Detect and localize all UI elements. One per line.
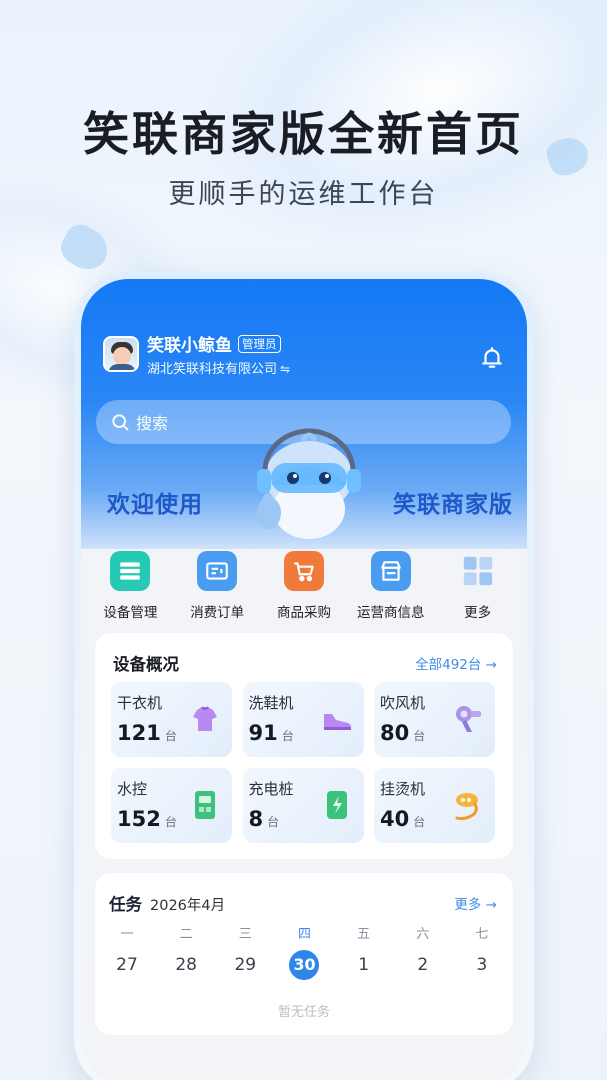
quick-actions: 设备管理 消费订单 商品采购 运营商信息 更多 xyxy=(81,551,527,625)
weekday-label: 一 xyxy=(120,927,134,942)
quick-action-label: 商品采购 xyxy=(276,605,331,621)
search-icon xyxy=(112,414,129,431)
weekday-label: 七 xyxy=(475,927,489,942)
switch-icon: ⇋ xyxy=(280,362,291,376)
device-tile-water-control[interactable]: 水控 152 台 xyxy=(111,768,232,843)
tasks-month[interactable]: 2026年4月 xyxy=(150,898,225,914)
grid-icon xyxy=(458,551,498,591)
device-tile-shoe-washer[interactable]: 洗鞋机 91 台 xyxy=(242,682,364,757)
app-screen: 笑联小鲸鱼 管理员 湖北笑联科技有限公司 ⇋ 搜索 欢迎使用 笑联商家版 设备管… xyxy=(81,279,527,1080)
device-management-icon xyxy=(110,551,151,591)
device-tile-hair-dryer[interactable]: 吹风机 80 台 xyxy=(374,682,495,757)
device-count: 121 xyxy=(117,721,161,745)
weekday-label: 五 xyxy=(357,927,371,942)
device-tile-garment-steamer[interactable]: 挂烫机 40 台 xyxy=(374,768,495,843)
quick-action-operator-info[interactable]: 运营商信息 xyxy=(350,551,432,625)
quick-action-more[interactable]: 更多 xyxy=(437,551,519,625)
date-number: 27 xyxy=(116,955,138,975)
banner-brand-text: 笑联商家版 xyxy=(393,492,513,518)
user-profile[interactable]: 笑联小鲸鱼 管理员 湖北笑联科技有限公司 ⇋ xyxy=(103,331,290,377)
whale-mascot-icon xyxy=(257,428,361,539)
search-placeholder: 搜索 xyxy=(136,414,169,433)
date-number: 29 xyxy=(234,955,257,975)
quick-action-label: 消费订单 xyxy=(190,605,245,621)
calendar-day[interactable]: 五1 xyxy=(349,923,379,980)
quick-action-device-management[interactable]: 设备管理 xyxy=(89,551,171,625)
calendar-day-selected[interactable]: 四 30 xyxy=(289,923,320,980)
device-unit: 台 xyxy=(413,815,426,829)
tasks-card: 任务 2026年4月 更多 → 一 27 二 28 三 29 四 30 五1 六2 七3 … xyxy=(95,873,513,1035)
user-name: 笑联小鲸鱼 xyxy=(147,336,232,356)
phone-frame: 笑联小鲸鱼 管理员 湖北笑联科技有限公司 ⇋ 搜索 欢迎使用 笑联商家版 设备管… xyxy=(74,272,534,1080)
date-number: 30 xyxy=(289,950,320,980)
calendar-day[interactable]: 二 28 xyxy=(171,923,201,980)
order-icon xyxy=(197,551,238,591)
shop-icon xyxy=(370,551,411,591)
device-unit: 台 xyxy=(413,729,426,743)
weekday-label: 二 xyxy=(179,927,193,942)
device-unit: 台 xyxy=(267,815,280,829)
charging-pile-icon xyxy=(326,791,347,819)
quick-action-label: 设备管理 xyxy=(103,605,158,621)
device-count: 8 xyxy=(248,807,264,831)
date-number: 3 xyxy=(476,955,488,975)
weekday-label: 三 xyxy=(238,927,252,942)
water-control-icon xyxy=(195,791,215,819)
company-name: 湖北笑联科技有限公司 xyxy=(147,362,278,377)
device-count: 91 xyxy=(248,721,278,745)
banner-welcome-text: 欢迎使用 xyxy=(107,492,203,518)
quick-action-orders[interactable]: 消费订单 xyxy=(176,551,258,625)
device-count: 80 xyxy=(380,721,410,745)
weekday-label: 六 xyxy=(416,927,430,942)
bell-icon[interactable] xyxy=(479,345,505,371)
device-overview-title: 设备概况 xyxy=(113,655,179,674)
calendar-day[interactable]: 一 27 xyxy=(112,923,142,980)
tasks-title: 任务 xyxy=(109,895,142,914)
avatar xyxy=(103,336,139,372)
empty-tasks-text: 暂无任务 xyxy=(277,1005,330,1020)
clothes-icon xyxy=(193,706,217,731)
device-count: 40 xyxy=(380,807,410,831)
date-number: 28 xyxy=(175,955,197,975)
quick-action-purchase[interactable]: 商品采购 xyxy=(263,551,345,625)
device-tile-dryer[interactable]: 干衣机 121 台 xyxy=(111,682,232,757)
calendar-day[interactable]: 六2 xyxy=(408,923,438,980)
calendar-day[interactable]: 七3 xyxy=(467,923,497,980)
quick-action-label: 更多 xyxy=(464,605,492,621)
device-unit: 台 xyxy=(164,729,177,743)
tasks-more-link[interactable]: 更多 → xyxy=(454,893,497,913)
device-tile-charging-pile[interactable]: 充电桩 8台 xyxy=(242,768,364,843)
hair-dryer-icon xyxy=(456,706,481,732)
welcome-banner[interactable]: 欢迎使用 笑联商家版 xyxy=(81,428,527,549)
all-devices-link[interactable]: 全部492台 → xyxy=(415,653,497,673)
promo-subheadline: 更顺手的运维工作台 xyxy=(168,179,439,210)
role-badge: 管理员 xyxy=(238,334,281,353)
cart-icon xyxy=(283,551,324,591)
shoe-icon xyxy=(323,714,351,730)
device-count: 152 xyxy=(117,807,161,831)
device-unit: 台 xyxy=(164,815,177,829)
promo-headline: 笑联商家版全新首页 xyxy=(83,107,524,161)
date-number: 1 xyxy=(358,955,370,975)
quick-action-label: 运营商信息 xyxy=(357,605,425,621)
week-calendar: 一 27 二 28 三 29 四 30 五1 六2 七3 xyxy=(95,923,513,980)
garment-steamer-icon xyxy=(455,793,478,821)
company-switcher[interactable]: 湖北笑联科技有限公司 ⇋ xyxy=(147,358,290,377)
calendar-day[interactable]: 三 29 xyxy=(230,923,260,980)
date-number: 2 xyxy=(417,955,429,975)
device-overview-card: 设备概况 全部492台 → 干衣机 121 台 洗鞋机 91 台 吹风机 80 台 xyxy=(95,633,513,859)
weekday-label: 四 xyxy=(297,927,311,942)
device-unit: 台 xyxy=(281,729,294,743)
